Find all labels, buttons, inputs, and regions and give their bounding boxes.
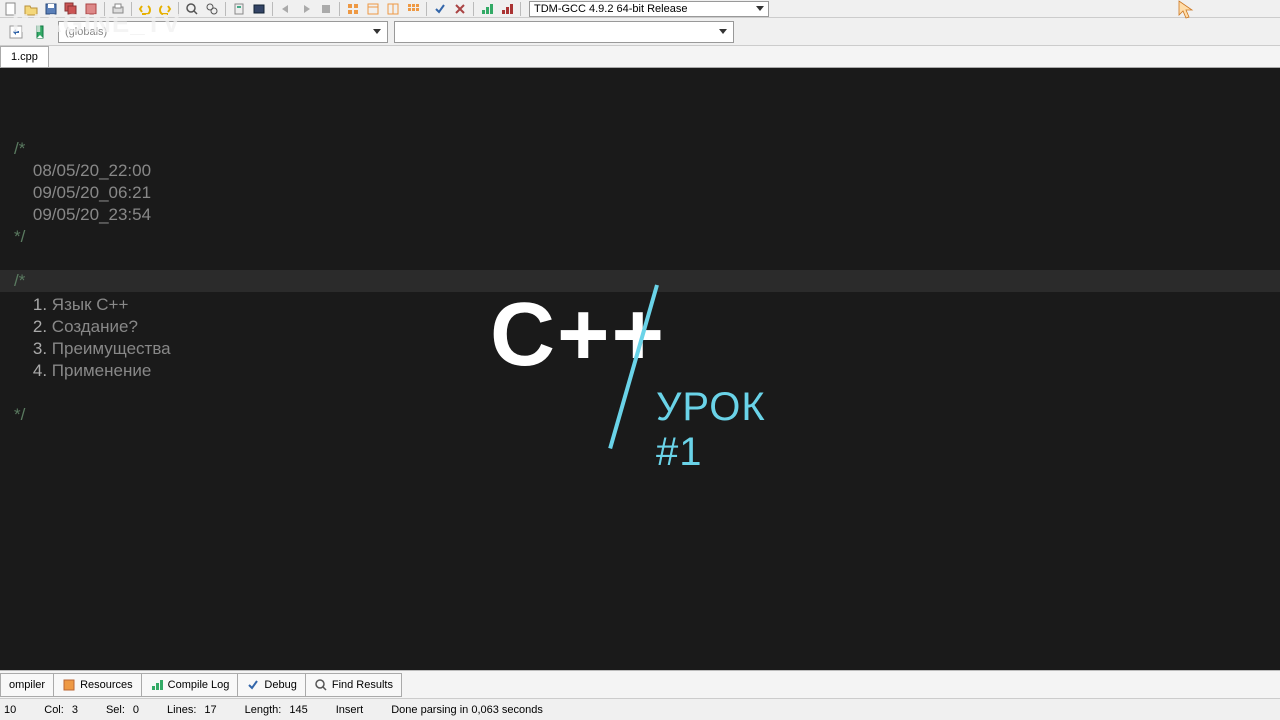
new-file-icon[interactable] [2, 1, 20, 17]
check-icon[interactable] [431, 1, 449, 17]
code-line-current: /* [0, 270, 1280, 292]
goto-icon[interactable] [6, 22, 26, 42]
run-icon[interactable] [250, 1, 268, 17]
toolbar-separator [104, 2, 105, 16]
code-line: 09/05/20_23:54 [14, 204, 1280, 226]
compile-icon[interactable] [230, 1, 248, 17]
tab-resources[interactable]: Resources [53, 673, 142, 697]
toolbar-separator [520, 2, 521, 16]
code-line: */ [14, 404, 1280, 426]
compiler-select[interactable]: TDM-GCC 4.9.2 64-bit Release [529, 1, 769, 17]
toolbar-separator [225, 2, 226, 16]
compiler-label: TDM-GCC 4.9.2 64-bit Release [534, 3, 687, 15]
main-toolbar: TDM-GCC 4.9.2 64-bit Release [0, 0, 1280, 18]
close-icon[interactable] [82, 1, 100, 17]
tab-label: Find Results [332, 679, 393, 691]
tab-compiler[interactable]: ompiler [0, 673, 54, 697]
debug-forward-icon[interactable] [297, 1, 315, 17]
tab-compile-log[interactable]: Compile Log [141, 673, 239, 697]
bookmark-icon[interactable] [32, 22, 52, 42]
status-col: Col:3 [44, 704, 78, 716]
profile-icon[interactable] [478, 1, 496, 17]
tab-label: Resources [80, 679, 133, 691]
print-icon[interactable] [109, 1, 127, 17]
toolbar-separator [178, 2, 179, 16]
chart-icon [150, 678, 164, 692]
scope-label: (globals) [65, 26, 107, 38]
replace-icon[interactable] [203, 1, 221, 17]
code-line: 08/05/20_22:00 [14, 160, 1280, 182]
status-mode: Insert [336, 704, 364, 716]
grid2-icon[interactable] [404, 1, 422, 17]
status-lines: Lines:17 [167, 704, 217, 716]
code-editor[interactable]: /* 08/05/20_22:00 09/05/20_06:21 09/05/2… [0, 68, 1280, 670]
resources-icon [62, 678, 76, 692]
grid1-icon[interactable] [344, 1, 362, 17]
debug-back-icon[interactable] [277, 1, 295, 17]
profile-del-icon[interactable] [498, 1, 516, 17]
code-line: 2. Создание? [14, 316, 1280, 338]
bottom-panel-tabs: ompiler Resources Compile Log Debug Find… [0, 670, 1280, 698]
undo-icon[interactable] [136, 1, 154, 17]
status-bar: 10 Col:3 Sel:0 Lines:17 Length:145 Inser… [0, 698, 1280, 720]
code-line: */ [14, 226, 1280, 248]
find-icon[interactable] [183, 1, 201, 17]
toolbar-separator [473, 2, 474, 16]
save-all-icon[interactable] [62, 1, 80, 17]
tab-debug[interactable]: Debug [237, 673, 305, 697]
cancel-icon[interactable] [451, 1, 469, 17]
function-combo[interactable] [394, 21, 734, 43]
chevron-down-icon [373, 29, 381, 34]
find-icon [314, 678, 328, 692]
file-tab-label: 1.cpp [11, 51, 38, 63]
debug-stop-icon[interactable] [317, 1, 335, 17]
status-row: 10 [4, 704, 16, 716]
open-file-icon[interactable] [22, 1, 40, 17]
check-icon [246, 678, 260, 692]
code-line: 09/05/20_06:21 [14, 182, 1280, 204]
tab-label: Debug [264, 679, 296, 691]
code-line: 4. Применение [14, 360, 1280, 382]
secondary-toolbar: (globals) [0, 18, 1280, 46]
redo-icon[interactable] [156, 1, 174, 17]
status-message: Done parsing in 0,063 seconds [391, 704, 543, 716]
code-line: /* [14, 138, 1280, 160]
tab-label: ompiler [9, 679, 45, 691]
tab-find-results[interactable]: Find Results [305, 673, 402, 697]
toolbar-separator [426, 2, 427, 16]
file-tab[interactable]: 1.cpp [0, 46, 49, 67]
code-line: 3. Преимущества [14, 338, 1280, 360]
window2-icon[interactable] [384, 1, 402, 17]
save-icon[interactable] [42, 1, 60, 17]
toolbar-separator [339, 2, 340, 16]
status-sel: Sel:0 [106, 704, 139, 716]
code-line: 1. Язык С++ [14, 294, 1280, 316]
scope-combo[interactable]: (globals) [58, 21, 388, 43]
toolbar-separator [131, 2, 132, 16]
chevron-down-icon [719, 29, 727, 34]
toolbar-separator [272, 2, 273, 16]
tab-label: Compile Log [168, 679, 230, 691]
status-length: Length:145 [245, 704, 308, 716]
chevron-down-icon [756, 6, 764, 11]
file-tabbar: 1.cpp [0, 46, 1280, 68]
window1-icon[interactable] [364, 1, 382, 17]
